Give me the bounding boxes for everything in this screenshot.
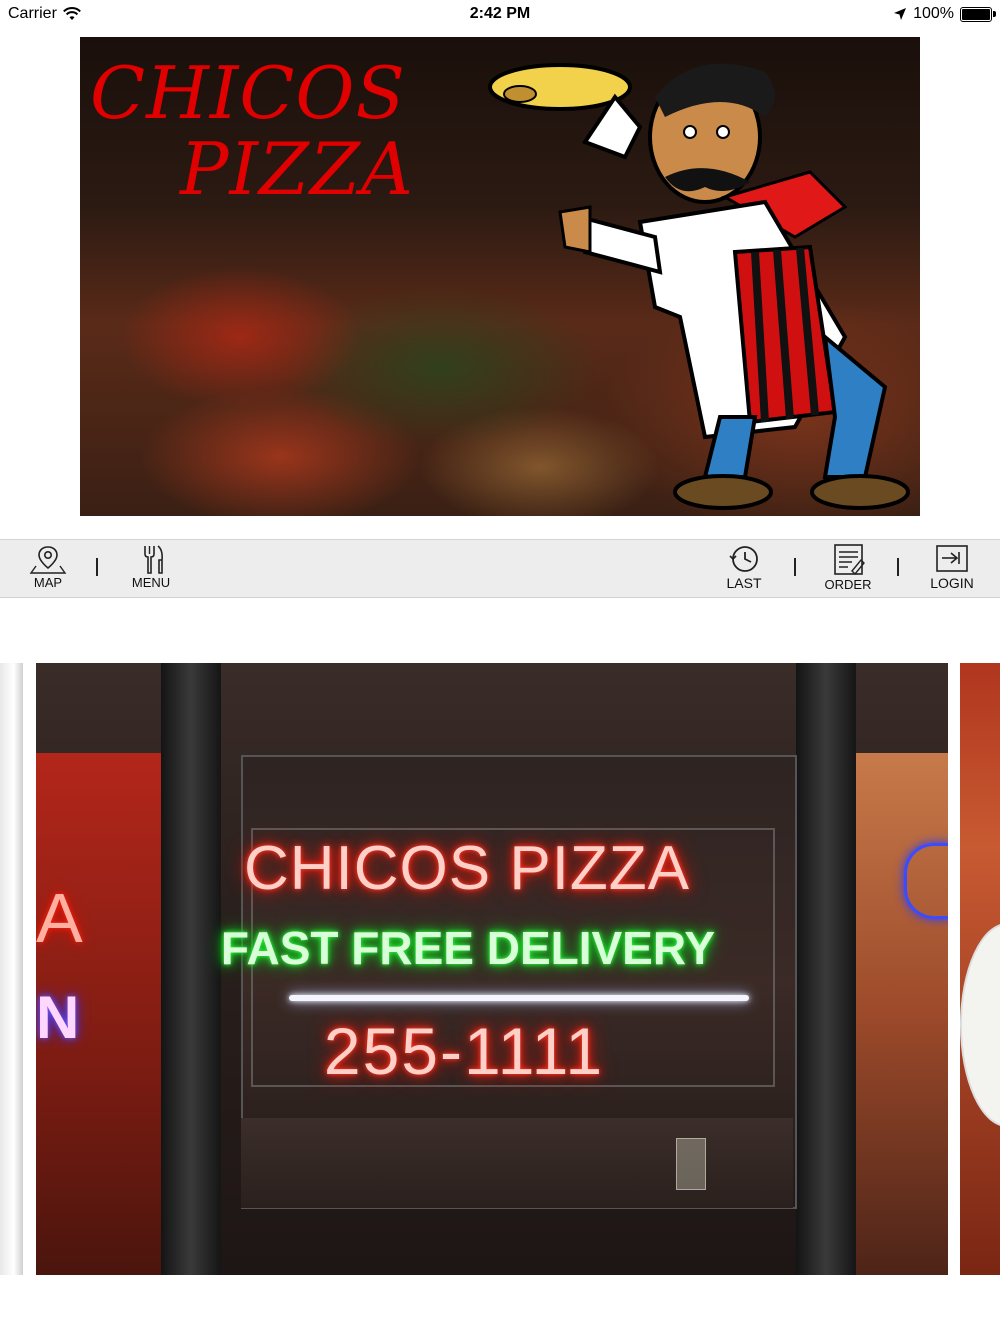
brand-line2: PIZZA — [180, 127, 414, 211]
last-order-button[interactable]: LAST — [714, 544, 774, 594]
current-slide-storefront-photo[interactable]: A N CHICOS PIZZA FAST FREE DELIVERY 255-… — [36, 663, 948, 1275]
header-banner: CHICOS PIZZA — [80, 37, 920, 516]
fork-knife-icon — [144, 545, 163, 574]
pizza-chef-mascot-icon — [488, 63, 910, 510]
login-icon — [936, 545, 968, 572]
clock-history-icon — [729, 546, 758, 572]
last-label: LAST — [726, 575, 762, 591]
login-label: LOGIN — [930, 575, 974, 591]
photo-carousel[interactable]: A N CHICOS PIZZA FAST FREE DELIVERY 255-… — [0, 663, 1000, 1275]
location-arrow-icon — [894, 8, 907, 20]
neon-divider-bar — [289, 995, 749, 1001]
neon-sign-line1: CHICOS PIZZA — [243, 834, 691, 903]
interior-counter — [241, 1118, 793, 1208]
map-button[interactable]: MAP — [18, 544, 78, 594]
map-label: MAP — [33, 575, 63, 590]
map-pin-icon — [29, 546, 67, 574]
battery-percent: 100% — [913, 5, 954, 22]
battery-fill — [962, 8, 990, 20]
clock: 2:42 PM — [469, 5, 531, 22]
toolbar-separator — [96, 558, 98, 576]
previous-slide-peek[interactable] — [0, 663, 23, 1275]
neon-sign-line2: FAST FREE DELIVERY — [220, 922, 716, 974]
toolbar-separator — [897, 558, 899, 576]
menu-button[interactable]: MENU — [121, 544, 181, 594]
order-form-icon — [834, 544, 865, 576]
order-label: ORDER — [824, 577, 872, 592]
brand-line1: CHICOS — [90, 51, 406, 135]
action-toolbar: MAP MENU LAST ORDER LOGIN — [0, 539, 1000, 598]
cup-on-counter — [676, 1138, 706, 1190]
neon-sign-phone: 255-1111 — [323, 1014, 605, 1088]
brand-logo-text: CHICOS PIZZA — [90, 55, 414, 207]
next-slide-peek[interactable] — [960, 663, 1000, 1275]
menu-label: MENU — [131, 575, 171, 590]
order-button[interactable]: ORDER — [818, 544, 878, 594]
plate-image — [960, 923, 1000, 1127]
login-button[interactable]: LOGIN — [922, 544, 982, 594]
status-right: 100% — [893, 5, 996, 23]
toolbar-separator — [794, 558, 796, 576]
status-bar: Carrier 2:42 PM 100% — [0, 0, 1000, 28]
battery-icon — [960, 6, 996, 22]
